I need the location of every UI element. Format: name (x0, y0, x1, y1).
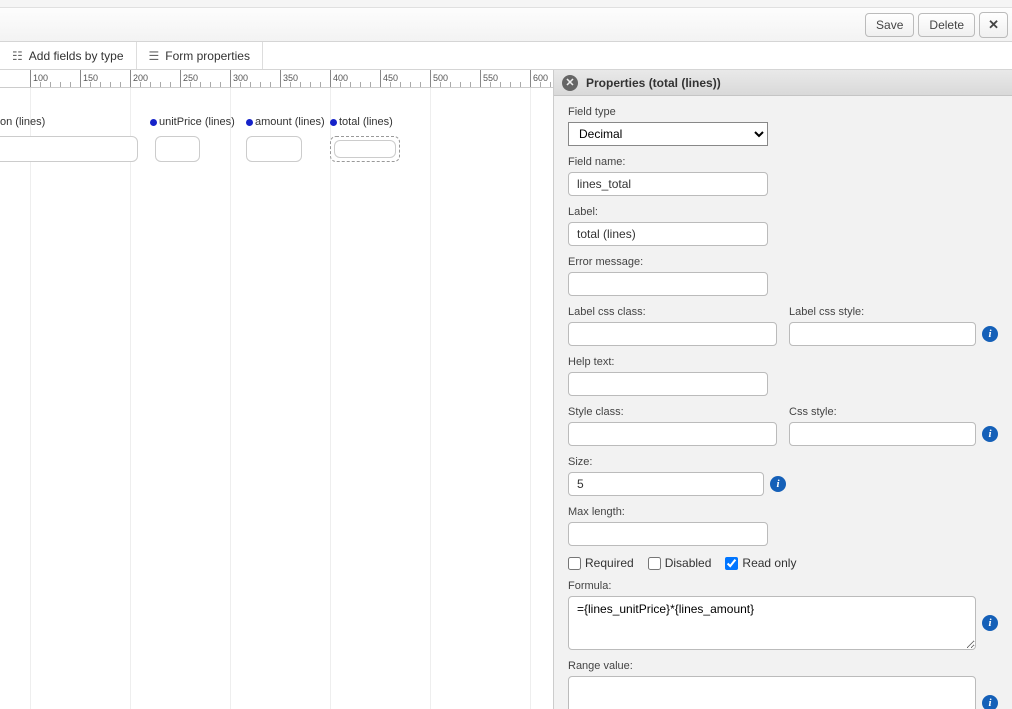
tab-form-properties[interactable]: ☰ Form properties (137, 42, 263, 69)
size-input[interactable] (568, 472, 764, 496)
tab-label: Add fields by type (29, 49, 124, 63)
checkbox-row: Required Disabled Read only (568, 556, 998, 570)
form-canvas-pane: 100150200250300350400450500550600 on (li… (0, 70, 554, 709)
delete-button[interactable]: Delete (918, 13, 975, 37)
required-checkbox[interactable] (568, 557, 581, 570)
field-dot-icon (246, 119, 253, 126)
close-button[interactable]: ✕ (979, 12, 1008, 38)
ruler: 100150200250300350400450500550600 (0, 70, 553, 88)
canvas-field-label[interactable]: on (lines) (0, 116, 45, 128)
style-class-label: Style class: (568, 406, 777, 418)
label-label: Label: (568, 206, 998, 218)
canvas-field-label[interactable]: unitPrice (lines) (150, 116, 235, 128)
properties-panel: ✕ Properties (total (lines)) Field type … (554, 70, 1012, 709)
tab-bar: ☷ Add fields by type ☰ Form properties (0, 42, 1012, 70)
label-css-class-label: Label css class: (568, 306, 777, 318)
style-class-input[interactable] (568, 422, 777, 446)
size-label: Size: (568, 456, 998, 468)
field-label-text: unitPrice (lines) (159, 116, 235, 128)
info-icon[interactable]: i (982, 695, 998, 709)
required-checkbox-label[interactable]: Required (568, 556, 634, 570)
add-fields-icon: ☷ (12, 49, 23, 63)
formula-textarea[interactable] (568, 596, 976, 650)
field-label-text: amount (lines) (255, 116, 325, 128)
label-css-class-input[interactable] (568, 322, 777, 346)
css-style-input[interactable] (789, 422, 976, 446)
range-value-label: Range value: (568, 660, 998, 672)
properties-body: Field type Decimal Field name: Label: Er… (554, 96, 1012, 709)
canvas-field-slot[interactable] (0, 136, 138, 162)
canvas-field-label[interactable]: total (lines) (330, 116, 393, 128)
info-icon[interactable]: i (982, 426, 998, 442)
label-css-style-input[interactable] (789, 322, 976, 346)
tab-add-fields[interactable]: ☷ Add fields by type (0, 42, 137, 69)
canvas-field-slot[interactable] (330, 136, 400, 162)
help-text-label: Help text: (568, 356, 998, 368)
canvas-field-label[interactable]: amount (lines) (246, 116, 325, 128)
disabled-checkbox-label[interactable]: Disabled (648, 556, 712, 570)
readonly-checkbox[interactable] (725, 557, 738, 570)
field-name-input[interactable] (568, 172, 768, 196)
disabled-checkbox[interactable] (648, 557, 661, 570)
help-text-input[interactable] (568, 372, 768, 396)
properties-header: ✕ Properties (total (lines)) (554, 70, 1012, 96)
save-button[interactable]: Save (865, 13, 914, 37)
readonly-checkbox-label[interactable]: Read only (725, 556, 796, 570)
field-label-text: total (lines) (339, 116, 393, 128)
info-icon[interactable]: i (770, 476, 786, 492)
error-msg-label: Error message: (568, 256, 998, 268)
info-icon[interactable]: i (982, 326, 998, 342)
action-bar: Save Delete ✕ (0, 8, 1012, 42)
field-type-select[interactable]: Decimal (568, 122, 768, 146)
info-icon[interactable]: i (982, 615, 998, 631)
error-msg-input[interactable] (568, 272, 768, 296)
field-dot-icon (330, 119, 337, 126)
form-canvas[interactable]: on (lines) unitPrice (lines) amount (lines… (0, 88, 553, 709)
tab-label: Form properties (165, 49, 250, 63)
field-name-label: Field name: (568, 156, 998, 168)
formula-label: Formula: (568, 580, 998, 592)
field-dot-icon (150, 119, 157, 126)
label-input[interactable] (568, 222, 768, 246)
canvas-field-slot[interactable] (246, 136, 302, 162)
close-icon[interactable]: ✕ (562, 75, 578, 91)
field-type-label: Field type (568, 106, 998, 118)
range-value-textarea[interactable] (568, 676, 976, 709)
label-css-style-label: Label css style: (789, 306, 998, 318)
max-length-input[interactable] (568, 522, 768, 546)
properties-title: Properties (total (lines)) (586, 76, 721, 90)
form-props-icon: ☰ (149, 49, 160, 63)
field-label-text: on (lines) (0, 116, 45, 128)
top-strip (0, 0, 1012, 8)
max-length-label: Max length: (568, 506, 998, 518)
canvas-field-slot[interactable] (155, 136, 200, 162)
css-style-label: Css style: (789, 406, 998, 418)
